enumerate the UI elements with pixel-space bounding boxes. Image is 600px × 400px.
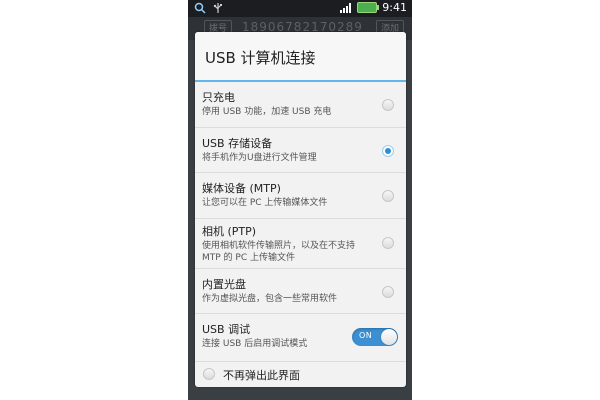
usb-debug-toggle[interactable]: ON xyxy=(352,328,398,346)
battery-icon xyxy=(357,2,380,13)
option-title: USB 存储设备 xyxy=(202,137,273,150)
dont-show-again-checkbox[interactable] xyxy=(203,368,215,380)
status-left-icons xyxy=(194,2,224,14)
option-subtitle: 使用相机软件传输照片，以及在不支持 MTP 的 PC 上传输文件 xyxy=(202,241,356,263)
option-charge-only[interactable]: 只充电 停用 USB 功能，加速 USB 充电 xyxy=(195,82,406,128)
option-camera[interactable]: 相机 (PTP) 使用相机软件传输照片，以及在不支持 MTP 的 PC 上传输文… xyxy=(195,219,406,269)
dont-show-again-label: 不再弹出此界面 xyxy=(223,369,300,382)
dialog-footer: 不再弹出此界面 xyxy=(195,363,406,387)
radio-button[interactable] xyxy=(382,286,394,298)
usb-icon xyxy=(213,3,222,13)
option-usb-storage[interactable]: USB 存储设备 将手机作为U盘进行文件管理 xyxy=(195,128,406,173)
toggle-label: ON xyxy=(359,331,373,340)
usb-connection-dialog: USB 计算机连接 只充电 停用 USB 功能，加速 USB 充电 USB 存储… xyxy=(195,32,406,387)
option-subtitle: 作为虚拟光盘，包含一些常用软件 xyxy=(202,294,338,304)
option-title: 只充电 xyxy=(202,91,235,104)
option-title: 媒体设备 (MTP) xyxy=(202,182,281,195)
option-built-in-cd[interactable]: 内置光盘 作为虚拟光盘，包含一些常用软件 xyxy=(195,269,406,314)
radio-button[interactable] xyxy=(382,237,394,249)
status-right-icons: 9:41 xyxy=(340,1,407,14)
option-title: 内置光盘 xyxy=(202,278,246,291)
toggle-knob xyxy=(381,329,397,345)
status-time: 9:41 xyxy=(382,1,407,14)
dialog-title: USB 计算机连接 xyxy=(195,32,406,82)
search-icon xyxy=(194,2,206,14)
option-subtitle: 让您可以在 PC 上传输媒体文件 xyxy=(202,198,328,208)
radio-button-selected[interactable] xyxy=(382,145,394,157)
option-title: 相机 (PTP) xyxy=(202,225,257,238)
option-subtitle: 停用 USB 功能，加速 USB 充电 xyxy=(202,107,332,117)
radio-button[interactable] xyxy=(382,190,394,202)
option-usb-debug: USB 调试 连接 USB 后启用调试模式 ON xyxy=(195,314,406,362)
option-media-device[interactable]: 媒体设备 (MTP) 让您可以在 PC 上传输媒体文件 xyxy=(195,173,406,219)
signal-icon xyxy=(340,2,352,13)
status-bar: 9:41 xyxy=(188,0,412,17)
option-subtitle: 将手机作为U盘进行文件管理 xyxy=(202,153,317,163)
radio-button[interactable] xyxy=(382,99,394,111)
